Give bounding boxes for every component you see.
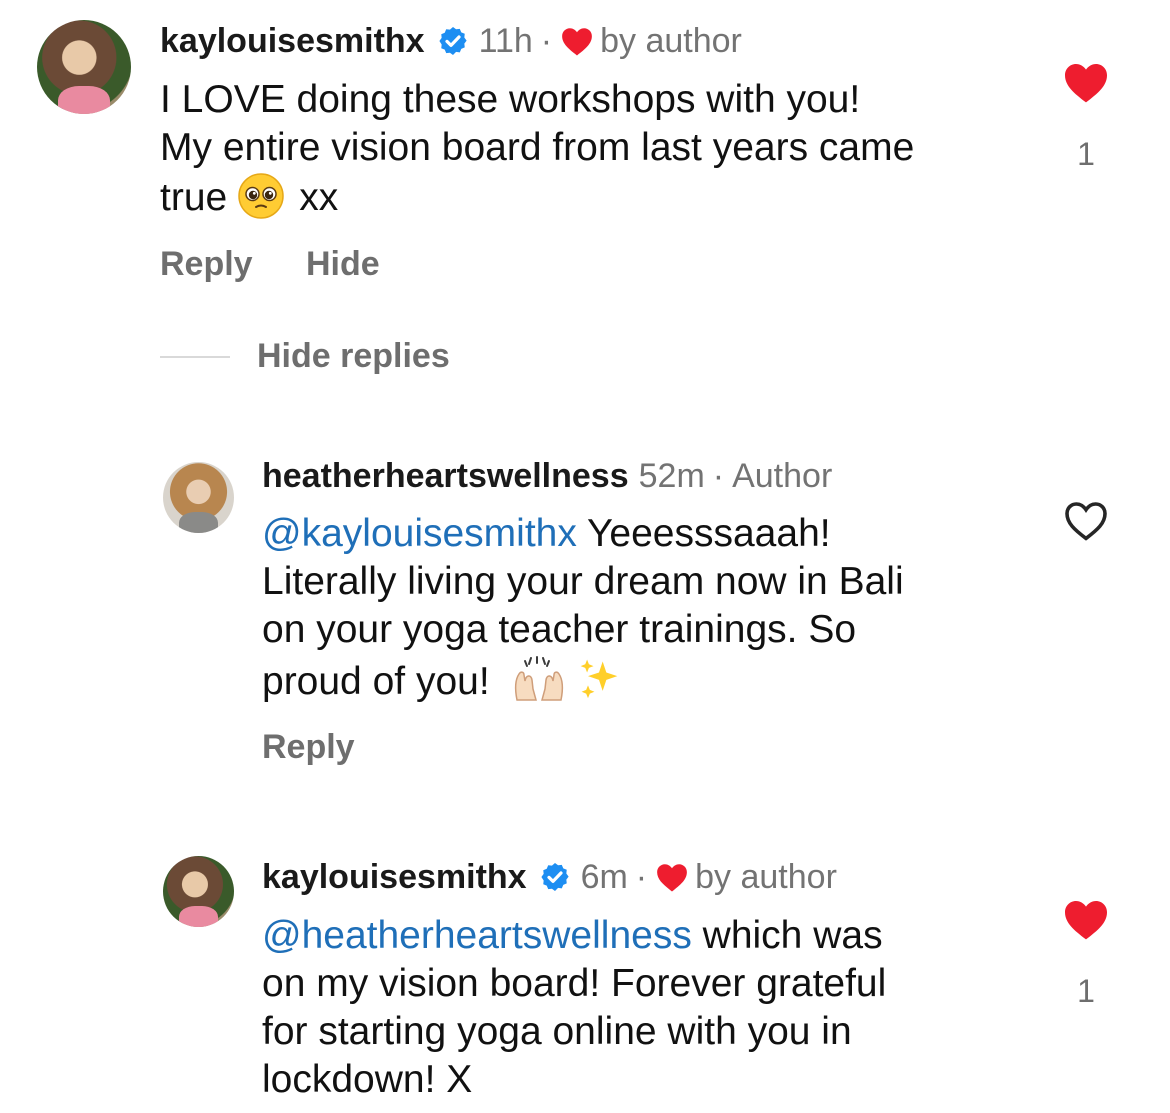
comment-line: true xx (160, 172, 1040, 222)
comment-line: on my vision board! Forever grateful (262, 962, 887, 1005)
verified-badge-icon (438, 27, 467, 55)
reply-button[interactable]: Reply (160, 245, 253, 284)
comment-header: heatherheartswellness 52m · Author (262, 456, 832, 496)
separator-dot: · (712, 457, 725, 495)
separator-dot: · (540, 22, 553, 60)
like-count: 1 (1077, 136, 1095, 172)
username[interactable]: kaylouisesmithx (262, 857, 527, 897)
comment-line: @heatherheartswellness which was (262, 914, 883, 957)
reply-button[interactable]: Reply (262, 728, 355, 767)
comment-header: kaylouisesmithx 6m · by author (262, 857, 837, 897)
avatar[interactable] (37, 20, 131, 114)
mention-link[interactable]: @heatherheartswellness (262, 914, 692, 957)
avatar[interactable] (163, 856, 234, 927)
author-label: Author (732, 457, 833, 495)
like-button-heart-filled-icon[interactable] (1061, 897, 1111, 941)
username[interactable]: heatherheartswellness (262, 456, 629, 496)
heart-filled-icon (657, 864, 687, 892)
comment-line: Literally living your dream now in Bali (262, 560, 904, 603)
avatar[interactable] (163, 462, 234, 533)
sparkles-emoji (581, 659, 618, 699)
comment-text: @kaylouisesmithx Yeeesssaaah! Literally … (262, 510, 1022, 706)
comment-line: My entire vision board from last years c… (160, 126, 915, 169)
replies-divider (160, 356, 230, 358)
comment-text: I LOVE doing these workshops with you! M… (160, 76, 1040, 222)
timestamp: 11h (478, 22, 533, 60)
hide-replies-button[interactable]: Hide replies (257, 337, 450, 376)
comment-line: proud of you! (262, 654, 1022, 706)
like-count: 1 (1077, 973, 1095, 1009)
liked-by-author-label: by author (600, 22, 742, 60)
comment-line: on your yoga teacher trainings. So (262, 608, 857, 651)
like-button-heart-filled-icon[interactable] (1061, 60, 1111, 104)
timestamp: 6m (580, 858, 628, 896)
pleading-face-emoji (238, 173, 284, 219)
comment-line: @kaylouisesmithx Yeeesssaaah! (262, 512, 831, 555)
timestamp: 52m (638, 457, 705, 495)
separator-dot: · (635, 858, 648, 896)
comment-line: lockdown! X (262, 1058, 473, 1101)
mention-link[interactable]: @kaylouisesmithx (262, 512, 577, 555)
liked-by-author-label: by author (695, 858, 837, 896)
comment-text: @heatherheartswellness which was on my v… (262, 912, 1022, 1104)
username[interactable]: kaylouisesmithx (160, 21, 425, 61)
verified-badge-icon (540, 863, 569, 891)
comment-line: for starting yoga online with you in (262, 1010, 852, 1053)
like-button-heart-outline-icon[interactable] (1061, 498, 1111, 542)
raised-hands-emoji (514, 656, 563, 701)
heart-filled-icon (562, 28, 592, 56)
hide-button[interactable]: Hide (306, 245, 380, 284)
comment-line: I LOVE doing these workshops with you! (160, 78, 861, 121)
comment-header: kaylouisesmithx 11h · by author (160, 21, 742, 61)
